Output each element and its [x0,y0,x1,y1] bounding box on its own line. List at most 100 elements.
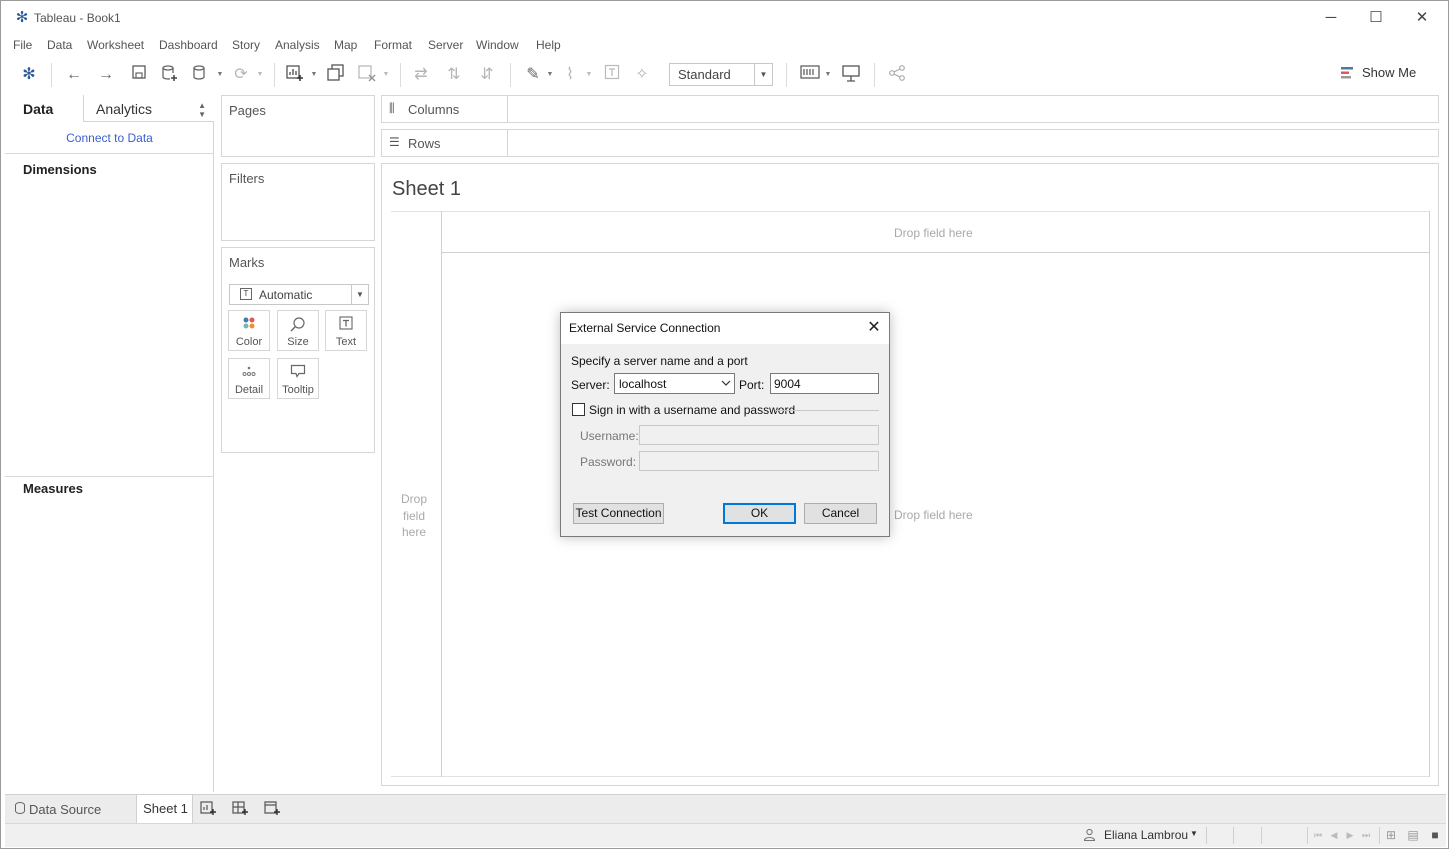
refresh-icon[interactable]: ⟳ [230,64,252,86]
close-icon[interactable]: ✕ [863,317,885,339]
user-name[interactable]: Eliana Lambrou [1104,828,1188,842]
highlight-caret[interactable]: ▼ [546,67,554,83]
toolbar-separator [874,63,875,87]
menu-analysis[interactable]: Analysis [275,38,320,52]
tab-data-source[interactable]: Data Source [5,795,135,823]
menu-story[interactable]: Story [232,38,260,52]
rows-shelf[interactable]: ☰ Rows [381,129,1439,157]
refresh-caret[interactable]: ▼ [256,67,264,83]
status-separator [1261,827,1262,844]
tab-data[interactable]: Data [5,95,83,122]
chevron-down-icon[interactable]: ▼ [754,64,772,85]
menu-file[interactable]: File [13,38,32,52]
pages-shelf[interactable]: Pages [221,95,375,157]
marks-size-button[interactable]: Size [277,310,319,351]
pages-title: Pages [229,103,266,118]
menu-worksheet[interactable]: Worksheet [87,38,144,52]
clear-icon[interactable] [356,64,378,86]
redo-icon[interactable]: → [95,64,117,86]
sheet-title[interactable]: Sheet 1 [392,178,461,201]
chevron-down-icon[interactable]: ▼ [1190,829,1198,838]
tab-sheet-1[interactable]: Sheet 1 [136,795,193,824]
new-worksheet-icon[interactable] [198,800,218,818]
new-dashboard-icon[interactable] [230,800,250,818]
drop-zone-view[interactable]: Drop field here [894,508,973,522]
divider [5,153,214,154]
presentation-icon[interactable] [840,64,862,86]
chevron-down-icon[interactable] [721,376,731,393]
fit-select[interactable]: Standard ▼ [669,63,773,86]
color-icon [229,316,269,332]
maximize-button[interactable]: ☐ [1353,1,1399,35]
swap-icon[interactable]: ⇄ [410,64,432,86]
new-worksheet-caret[interactable]: ▼ [310,67,318,83]
labels-icon[interactable] [601,64,623,86]
menu-map[interactable]: Map [334,38,357,52]
filters-title: Filters [229,171,265,186]
sort-ascending-icon[interactable]: ⇅ [443,64,465,86]
close-button[interactable]: ✕ [1399,1,1445,35]
minimize-button[interactable]: ─ [1308,1,1354,35]
group-icon[interactable]: ⌇ [559,64,581,86]
mark-type-select[interactable]: T Automatic ▼ [229,284,369,305]
drop-zone-columns[interactable]: Drop field here [894,226,973,240]
rows-icon: ☰ [389,135,400,149]
menu-window[interactable]: Window [476,38,519,52]
clear-caret[interactable]: ▼ [382,67,390,83]
filters-shelf[interactable]: Filters [221,163,375,241]
menu-server[interactable]: Server [428,38,463,52]
filmstrip-icon[interactable]: ▤ [1406,828,1420,842]
sign-in-checkbox[interactable] [572,403,585,416]
sheet-right-border [1429,211,1430,777]
marks-tooltip-button[interactable]: Tooltip [277,358,319,399]
test-connection-button[interactable]: Test Connection [573,503,664,524]
marks-text-button[interactable]: Text [325,310,367,351]
next-sheet-icon[interactable]: ▶ [1343,828,1357,842]
undo-icon[interactable]: ← [63,64,85,86]
menu-format[interactable]: Format [374,38,412,52]
title-bar: ✻ Tableau - Book1 ─ ☐ ✕ [1,1,1448,35]
highlight-icon[interactable]: ✎ [522,64,544,86]
marks-detail-button[interactable]: Detail [228,358,270,399]
sort-caret-icon: ▲ ▼ [198,101,206,119]
group-caret[interactable]: ▼ [585,67,593,83]
dialog-title-bar: External Service Connection ✕ [561,313,889,344]
connect-to-data-link[interactable]: Connect to Data [5,131,214,145]
sort-descending-icon[interactable]: ⇵ [476,64,498,86]
pause-updates-icon[interactable] [190,64,212,86]
first-sheet-icon[interactable]: ⏮ [1311,828,1325,842]
tabs-view-icon[interactable]: ■ [1428,828,1442,842]
cancel-button[interactable]: Cancel [804,503,877,524]
tab-analytics[interactable]: Analytics ▲ ▼ [83,95,214,122]
server-combobox[interactable]: localhost [614,373,735,394]
ok-button[interactable]: OK [723,503,796,524]
server-label: Server: [571,378,610,392]
fix-axes-icon[interactable]: ✧ [631,64,653,86]
new-story-icon[interactable] [262,800,282,818]
menu-dashboard[interactable]: Dashboard [159,38,218,52]
sheet-sorter-icon[interactable]: ⊞ [1384,828,1398,842]
tableau-logo-icon[interactable]: ✻ [18,64,40,86]
username-field [639,425,879,445]
menu-data[interactable]: Data [47,38,72,52]
menu-help[interactable]: Help [536,38,561,52]
columns-shelf[interactable]: ⫼ Columns [381,95,1439,123]
tab-sheet-1-label: Sheet 1 [143,801,188,816]
share-icon[interactable] [886,64,908,86]
port-field[interactable]: 9004 [770,373,879,394]
cards-icon[interactable] [799,64,821,86]
save-icon[interactable] [128,64,150,86]
tab-data-label: Data [23,101,54,117]
previous-sheet-icon[interactable]: ◀ [1327,828,1341,842]
duplicate-icon[interactable] [325,64,347,86]
rows-label: Rows [408,136,441,151]
pause-updates-caret[interactable]: ▼ [216,67,224,83]
cards-caret[interactable]: ▼ [824,67,832,83]
chevron-down-icon[interactable]: ▼ [351,285,368,304]
new-data-source-icon[interactable] [159,64,181,86]
marks-color-button[interactable]: Color [228,310,270,351]
drop-zone-rows[interactable]: Drop field here [394,491,434,541]
new-worksheet-icon[interactable] [284,64,306,86]
last-sheet-icon[interactable]: ⏭ [1359,828,1373,842]
sign-in-label[interactable]: Sign in with a username and password [589,403,795,417]
